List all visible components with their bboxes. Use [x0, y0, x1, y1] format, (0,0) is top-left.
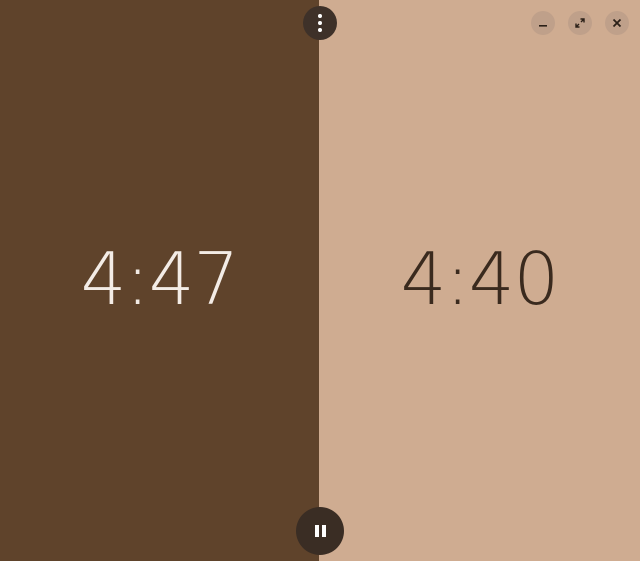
maximize-icon — [575, 18, 585, 28]
minimize-icon — [539, 25, 547, 27]
menu-button[interactable] — [303, 6, 337, 40]
player-two-time: 4:40 — [400, 236, 560, 321]
maximize-button[interactable] — [568, 11, 592, 35]
pause-button[interactable] — [296, 507, 344, 555]
chess-clock-window: 4:47 4:40 — [0, 0, 640, 561]
player-one-clock-panel[interactable]: 4:47 — [0, 0, 319, 561]
player-two-clock-panel[interactable]: 4:40 — [319, 0, 640, 561]
vertical-ellipsis-icon — [318, 14, 322, 32]
player-one-time: 4:47 — [80, 236, 240, 321]
pause-icon — [314, 525, 326, 537]
close-icon — [612, 18, 622, 28]
minimize-button[interactable] — [531, 11, 555, 35]
close-button[interactable] — [605, 11, 629, 35]
